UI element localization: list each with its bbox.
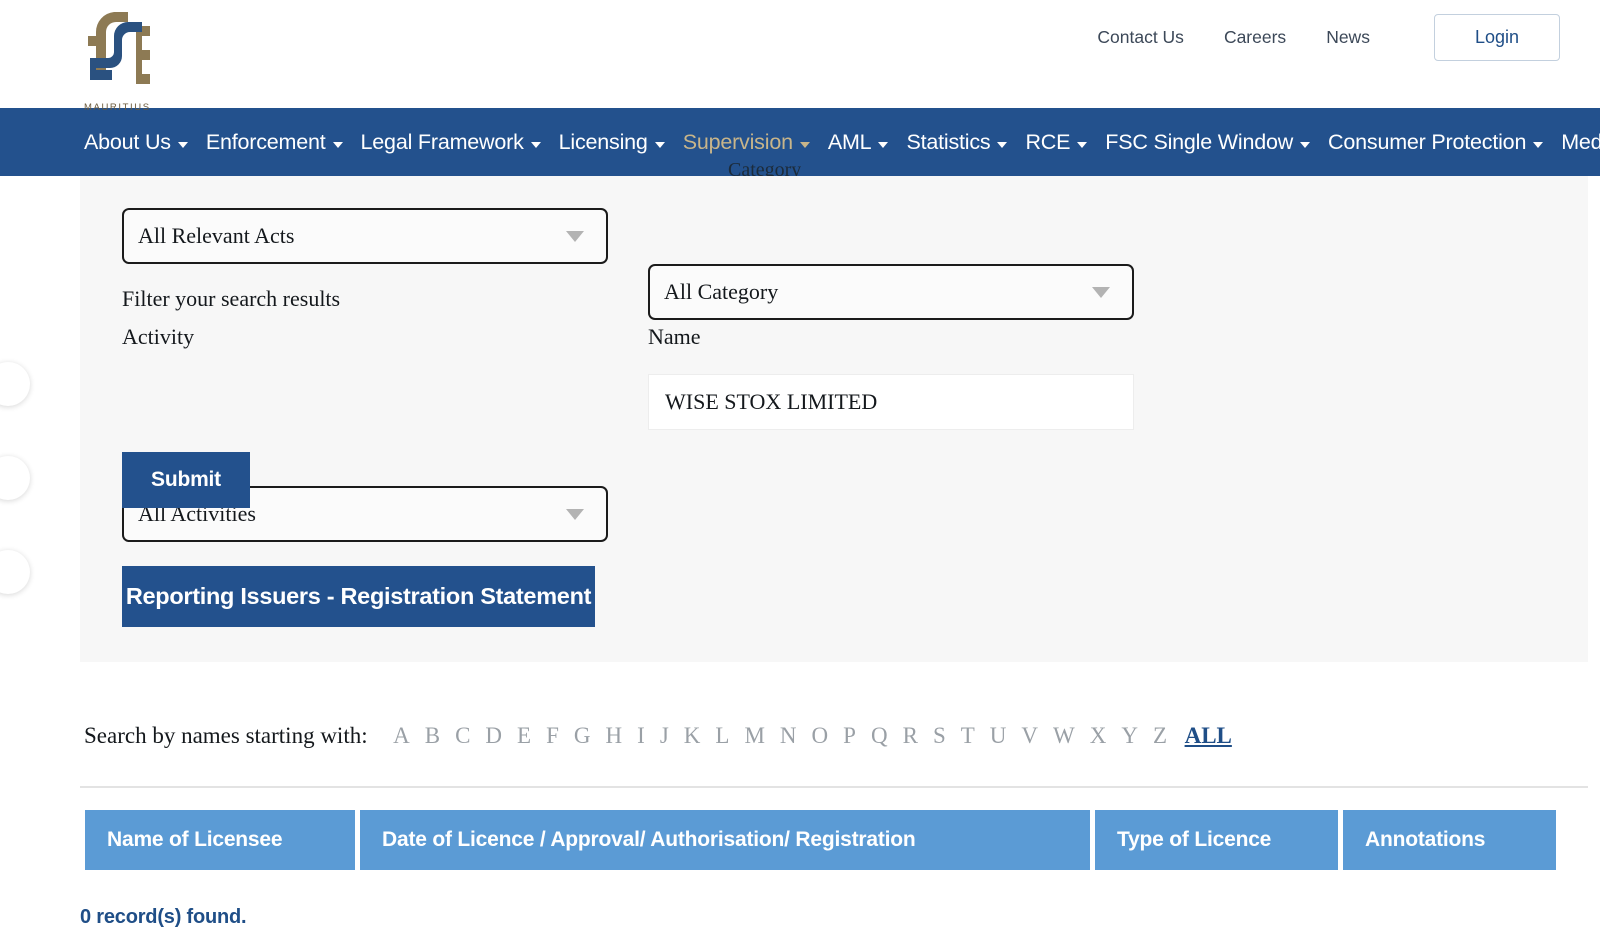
chevron-down-icon bbox=[1300, 142, 1311, 148]
column-header-type-of-licence[interactable]: Type of Licence bbox=[1095, 810, 1338, 870]
licensee-search-panel: Category All Relevant Acts All Category … bbox=[80, 160, 1588, 662]
name-label: Name bbox=[648, 324, 701, 349]
chevron-down-icon bbox=[566, 230, 584, 242]
chevron-down-icon bbox=[654, 142, 665, 148]
record-count-text: 0 record(s) found. bbox=[80, 906, 247, 928]
alpha-letter-k[interactable]: K bbox=[676, 723, 708, 749]
nav-label: About Us bbox=[84, 129, 171, 154]
alpha-letter-w[interactable]: W bbox=[1046, 723, 1083, 749]
alpha-letter-y[interactable]: Y bbox=[1114, 723, 1146, 749]
alpha-letter-f[interactable]: F bbox=[539, 723, 567, 749]
category-label-clipped: Category bbox=[728, 160, 802, 176]
nav-label: AML bbox=[827, 129, 872, 154]
nav-item-about-us[interactable]: About Us bbox=[84, 130, 188, 155]
alpha-letter-h[interactable]: H bbox=[598, 723, 630, 749]
column-header-annotations[interactable]: Annotations bbox=[1343, 810, 1556, 870]
alpha-letter-u[interactable]: U bbox=[982, 723, 1014, 749]
nav-label: Statistics bbox=[906, 129, 991, 154]
nav-item-media-corner[interactable]: Media Corner bbox=[1561, 130, 1600, 155]
alpha-letter-s[interactable]: S bbox=[925, 723, 953, 749]
nav-label: Enforcement bbox=[205, 129, 326, 154]
nav-item-statistics[interactable]: Statistics bbox=[906, 129, 1008, 155]
alpha-letter-a[interactable]: A bbox=[386, 723, 418, 749]
top-link-news[interactable]: News bbox=[1306, 17, 1390, 58]
top-link-contact-us[interactable]: Contact Us bbox=[1077, 17, 1204, 58]
name-input[interactable] bbox=[648, 374, 1134, 430]
nav-item-supervision[interactable]: Supervision bbox=[683, 130, 810, 155]
alpha-letter-v[interactable]: V bbox=[1014, 723, 1046, 749]
nav-item-rce[interactable]: RCE bbox=[1025, 129, 1088, 155]
chevron-down-icon bbox=[1092, 286, 1110, 298]
nav-label: Media Corner bbox=[1561, 129, 1600, 154]
alpha-letter-j[interactable]: J bbox=[652, 723, 676, 749]
alpha-letter-x[interactable]: X bbox=[1082, 723, 1114, 749]
chevron-down-icon bbox=[1533, 142, 1544, 148]
logo-mark-icon bbox=[88, 12, 150, 84]
alpha-letter-n[interactable]: N bbox=[772, 723, 804, 749]
top-utility-links: Contact Us Careers News Login bbox=[1077, 14, 1560, 61]
nav-item-licensing[interactable]: Licensing bbox=[559, 130, 665, 155]
submit-button[interactable]: Submit bbox=[122, 452, 250, 508]
share-bubble-icon[interactable] bbox=[0, 362, 30, 406]
alpha-letter-d[interactable]: D bbox=[478, 723, 510, 749]
alphabet-lead-text: Search by names starting with: bbox=[84, 723, 368, 748]
nav-label: FSC Single Window bbox=[1105, 129, 1294, 154]
nav-item-aml[interactable]: AML bbox=[828, 130, 889, 155]
alpha-letter-b[interactable]: B bbox=[417, 723, 447, 749]
chevron-down-icon bbox=[332, 142, 343, 148]
alpha-letter-g[interactable]: G bbox=[566, 723, 598, 749]
filter-note: Filter your search results bbox=[122, 286, 341, 311]
alpha-letter-r[interactable]: R bbox=[895, 723, 925, 749]
alpha-letter-t[interactable]: T bbox=[953, 723, 982, 749]
nav-item-enforcement[interactable]: Enforcement bbox=[206, 130, 343, 155]
alpha-letter-z[interactable]: Z bbox=[1146, 723, 1175, 749]
table-divider bbox=[80, 786, 1588, 788]
alpha-letter-i[interactable]: I bbox=[630, 723, 653, 749]
top-header: MAURITIUS Contact Us Careers News Login bbox=[0, 0, 1600, 113]
share-bubble-icon[interactable] bbox=[0, 550, 30, 594]
nav-item-fsc-single-window[interactable]: FSC Single Window bbox=[1105, 129, 1311, 155]
share-bubble-icon[interactable] bbox=[0, 456, 30, 500]
chevron-down-icon bbox=[997, 142, 1008, 148]
chevron-down-icon bbox=[566, 508, 584, 520]
alpha-letter-c[interactable]: C bbox=[448, 723, 478, 749]
nav-label: Supervision bbox=[682, 129, 793, 154]
nav-item-legal-framework[interactable]: Legal Framework bbox=[361, 130, 541, 155]
category-value: All Category bbox=[664, 279, 779, 304]
fsc-mauritius-logo[interactable]: MAURITIUS bbox=[84, 8, 156, 113]
category-select[interactable]: All Category bbox=[648, 264, 1134, 320]
nav-label: RCE bbox=[1025, 129, 1071, 154]
alpha-letter-all[interactable]: ALL bbox=[1175, 723, 1232, 749]
chevron-down-icon bbox=[878, 142, 889, 148]
relevant-acts-select[interactable]: All Relevant Acts bbox=[122, 208, 608, 264]
chevron-down-icon bbox=[1077, 142, 1088, 148]
nav-label: Licensing bbox=[558, 129, 648, 154]
column-header-name-of-licensee[interactable]: Name of Licensee bbox=[85, 810, 355, 870]
chevron-down-icon bbox=[799, 142, 810, 148]
alpha-letter-o[interactable]: O bbox=[804, 723, 836, 749]
column-header-date-of-licence[interactable]: Date of Licence / Approval/ Authorisatio… bbox=[360, 810, 1090, 870]
alpha-letter-l[interactable]: L bbox=[708, 723, 737, 749]
alpha-letter-p[interactable]: P bbox=[836, 723, 864, 749]
login-button[interactable]: Login bbox=[1433, 14, 1560, 61]
activity-label: Activity bbox=[122, 324, 195, 349]
alphabet-filter: Search by names starting with: A B C D E… bbox=[84, 723, 1232, 749]
top-link-careers[interactable]: Careers bbox=[1204, 17, 1306, 58]
alpha-letter-q[interactable]: Q bbox=[863, 723, 895, 749]
alpha-letter-m[interactable]: M bbox=[737, 723, 772, 749]
logo-caption: MAURITIUS bbox=[84, 102, 151, 113]
results-table-header: Name of Licensee Date of Licence / Appro… bbox=[85, 810, 1556, 870]
chevron-down-icon bbox=[177, 142, 188, 148]
chevron-down-icon bbox=[530, 142, 541, 148]
alpha-letter-e[interactable]: E bbox=[510, 723, 539, 749]
floating-share-widget bbox=[0, 362, 30, 594]
relevant-acts-value: All Relevant Acts bbox=[138, 223, 295, 248]
nav-label: Legal Framework bbox=[360, 129, 524, 154]
nav-label: Consumer Protection bbox=[1328, 129, 1527, 154]
reporting-issuers-registration-statement-button[interactable]: Reporting Issuers - Registration Stateme… bbox=[122, 566, 595, 627]
nav-item-consumer-protection[interactable]: Consumer Protection bbox=[1328, 129, 1544, 155]
